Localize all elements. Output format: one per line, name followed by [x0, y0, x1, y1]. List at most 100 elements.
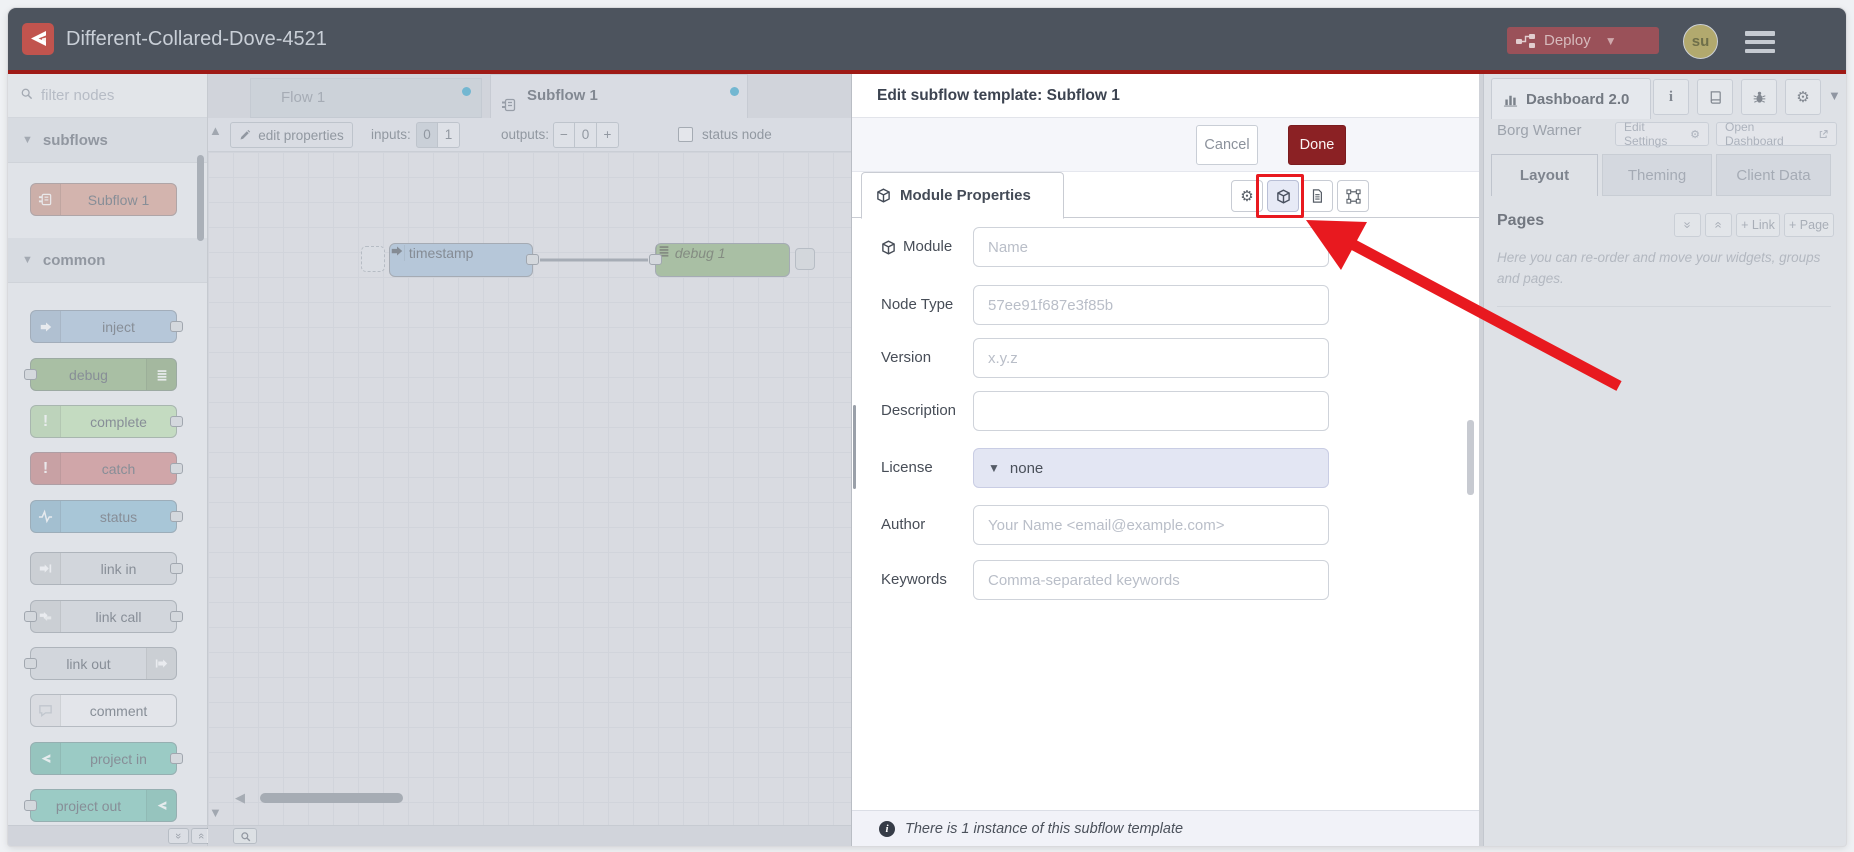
canvas-scroll-left-icon[interactable]: ◀ [235, 790, 245, 806]
node-output-port[interactable] [170, 610, 183, 622]
dialog-resize-handle[interactable] [853, 405, 856, 489]
node-output-port[interactable] [526, 254, 539, 265]
sidebar-menu-caret-icon[interactable]: ▼ [1828, 88, 1841, 103]
inputs-label: inputs: [371, 127, 411, 142]
inject-icon [390, 245, 405, 261]
outputs-count-control: − 0 + [553, 122, 619, 148]
debug-tab-button[interactable] [1741, 79, 1777, 115]
canvas-search-button[interactable] [233, 828, 257, 844]
inject-trigger-button[interactable] [361, 246, 385, 272]
node-output-port[interactable] [170, 562, 183, 574]
canvas-horizontal-scrollbar[interactable] [260, 793, 403, 803]
tab-flow-1[interactable]: Flow 1 [250, 78, 482, 118]
palette-category-subflows[interactable]: ▼ subflows [8, 118, 207, 163]
collapse-all-button[interactable]: » [168, 828, 189, 844]
keywords-field-row: Keywords [852, 560, 1479, 600]
open-dashboard-button[interactable]: Open Dashboard [1716, 120, 1837, 148]
annotation-highlight-box [1256, 174, 1304, 218]
keywords-input[interactable] [973, 560, 1329, 600]
node-output-port[interactable] [170, 320, 183, 332]
palette-node-link-in[interactable]: link in [30, 552, 183, 585]
node-output-port[interactable] [170, 510, 183, 522]
node-input-port[interactable] [649, 254, 662, 265]
palette-node-link-call[interactable]: link call [24, 600, 183, 633]
edit-settings-button[interactable]: Edit Settings ⚙ [1615, 120, 1709, 148]
version-label: Version [881, 349, 932, 366]
done-button[interactable]: Done [1288, 125, 1346, 165]
gear-icon: ⚙ [1690, 128, 1700, 141]
version-input[interactable] [973, 338, 1329, 378]
description-input[interactable] [973, 391, 1329, 431]
search-icon [20, 87, 33, 104]
appearance-button[interactable] [1337, 180, 1369, 212]
module-properties-form: Module Node Type Version Description [852, 218, 1479, 810]
right-sidebar: Dashboard 2.0 i ⚙ ▼ Borg Warner Edit Set… [1483, 74, 1846, 846]
license-value: none [1009, 459, 1044, 477]
keywords-label: Keywords [881, 571, 947, 588]
inputs-option-1[interactable]: 1 [438, 122, 460, 148]
palette-filter-input[interactable]: filter nodes [8, 74, 207, 118]
canvas-node-timestamp[interactable]: timestamp [389, 243, 539, 277]
palette-scroll-up-icon[interactable]: ▲ [209, 123, 222, 138]
module-input[interactable] [973, 227, 1329, 267]
help-tab-button[interactable] [1697, 79, 1733, 115]
palette-category-common[interactable]: ▼ common [8, 238, 207, 283]
dialog-tabrow: Module Properties ⚙ [852, 172, 1479, 219]
node-input-port[interactable] [24, 368, 37, 380]
main-menu-icon[interactable] [1745, 31, 1775, 53]
canvas-node-debug-1[interactable]: debug 1 [649, 243, 790, 277]
outputs-count-value: 0 [575, 122, 597, 148]
tab-subflow-1[interactable]: Subflow 1 [490, 74, 748, 118]
palette-node-comment[interactable]: comment [30, 694, 177, 727]
description-label: Description [881, 402, 957, 419]
status-node-checkbox[interactable] [678, 127, 693, 142]
palette-node-complete[interactable]: ! complete [30, 405, 183, 438]
tab-theming[interactable]: Theming [1602, 154, 1712, 196]
tab-client-data[interactable]: Client Data [1716, 154, 1831, 196]
palette-scroll-down-icon[interactable]: ▼ [209, 805, 222, 820]
node-type-input[interactable] [973, 285, 1329, 325]
info-tab-button[interactable]: i [1653, 79, 1689, 115]
deploy-caret-icon[interactable]: ▼ [1605, 34, 1617, 48]
inputs-option-0[interactable]: 0 [416, 122, 438, 148]
node-palette: filter nodes ▼ subflows Subflow 1 ▼ comm… [8, 74, 212, 846]
node-output-port[interactable] [170, 415, 183, 427]
palette-node-catch[interactable]: ! catch [30, 452, 183, 485]
unsaved-changes-dot [462, 87, 471, 96]
palette-node-debug[interactable]: debug [24, 358, 177, 391]
deploy-button[interactable]: Deploy ▼ [1507, 27, 1659, 54]
node-output-port[interactable] [170, 752, 183, 764]
author-input[interactable] [973, 505, 1329, 545]
dialog-scrollbar[interactable] [1467, 420, 1474, 495]
outputs-increase-button[interactable]: + [597, 122, 619, 148]
user-avatar[interactable]: su [1683, 24, 1718, 59]
node-input-port[interactable] [24, 657, 37, 669]
collapse-pages-button[interactable]: » [1674, 213, 1701, 237]
palette-node-inject[interactable]: inject [30, 310, 183, 343]
expand-pages-button[interactable]: « [1705, 213, 1732, 237]
license-select[interactable]: ▼ none [973, 448, 1329, 488]
tab-module-properties[interactable]: Module Properties [861, 172, 1064, 219]
tab-dashboard-2[interactable]: Dashboard 2.0 [1491, 78, 1651, 119]
outputs-decrease-button[interactable]: − [553, 122, 575, 148]
config-nodes-button[interactable]: ⚙ [1785, 79, 1821, 115]
edit-properties-button[interactable]: edit properties [230, 122, 353, 148]
node-input-port[interactable] [24, 799, 37, 811]
palette-scrollbar[interactable] [197, 155, 204, 241]
node-input-port[interactable] [24, 610, 37, 622]
add-link-button[interactable]: + Link [1736, 213, 1780, 237]
app-logo-icon[interactable] [22, 23, 54, 55]
tab-layout[interactable]: Layout [1491, 154, 1598, 196]
cancel-button[interactable]: Cancel [1196, 125, 1258, 165]
palette-node-project-out[interactable]: project out [24, 789, 177, 822]
palette-node-link-out[interactable]: link out [24, 647, 177, 680]
add-page-button[interactable]: + Page [1784, 213, 1834, 237]
description-button[interactable] [1301, 180, 1333, 212]
palette-node-status[interactable]: status [30, 500, 183, 533]
node-output-port[interactable] [170, 462, 183, 474]
debug-enable-toggle[interactable] [795, 248, 815, 270]
palette-node-project-in[interactable]: project in [30, 742, 183, 775]
external-link-icon [1819, 129, 1828, 138]
flow-canvas[interactable]: timestamp debug 1 [208, 152, 851, 825]
palette-node-subflow-1[interactable]: Subflow 1 [30, 183, 177, 216]
